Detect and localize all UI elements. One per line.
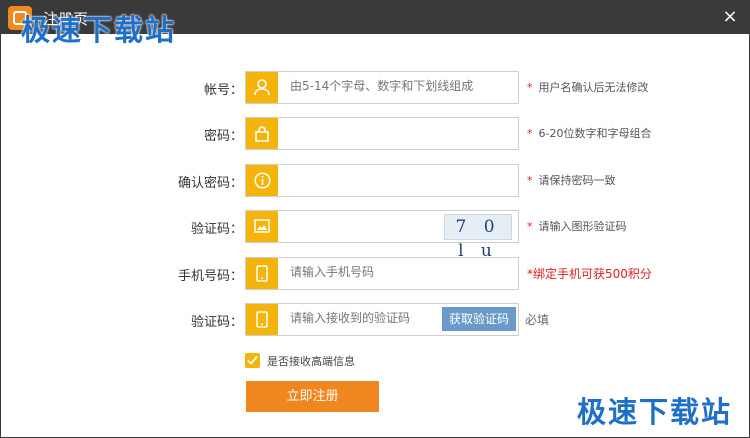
user-icon — [246, 72, 278, 103]
phone-input[interactable] — [290, 265, 500, 279]
confirm-password-hint: * 请保持密码一致 — [527, 174, 616, 187]
password-hint: * 6-20位数字和字母组合 — [527, 127, 652, 140]
account-hint: * 用户名确认后无法修改 — [527, 81, 649, 94]
watermark-top: 极速下载站 — [21, 13, 177, 47]
phone-row: 手机号码： *绑定手机可获500积分 — [1, 257, 750, 290]
sms-code-label: 验证码： — [190, 315, 243, 330]
watermark-bottom: 极速下载站 — [577, 395, 733, 429]
account-label: 帐号： — [203, 83, 243, 98]
captcha-row: 验证码： 7 0 l u * 请输入图形验证码 — [1, 210, 750, 261]
captcha-input[interactable] — [290, 218, 430, 232]
required-note: 必填 — [525, 313, 550, 327]
confirm-password-label: 确认密码： — [177, 176, 243, 191]
phone-icon — [246, 258, 278, 289]
phone-label: 手机号码： — [177, 269, 243, 284]
info-icon — [246, 165, 278, 196]
account-row: 帐号： *用户名确认后无法修改 — [1, 71, 750, 104]
phone-hint: *绑定手机可获500积分 — [527, 267, 652, 281]
password-input[interactable] — [290, 125, 500, 139]
sms-code-field[interactable]: 获取验证码 — [245, 303, 519, 336]
account-input[interactable] — [290, 79, 500, 93]
register-button[interactable]: 立即注册 — [246, 381, 379, 412]
captcha-hint: * 请输入图形验证码 — [527, 220, 627, 233]
phone-field[interactable] — [245, 257, 519, 290]
password-label: 密码： — [203, 129, 243, 144]
subscribe-label: 是否接收高端信息 — [267, 355, 355, 368]
phone-icon — [246, 304, 278, 335]
account-field[interactable] — [245, 71, 519, 104]
captcha-field[interactable]: 7 0 l u — [245, 210, 519, 261]
confirm-password-row: 确认密码： * 请保持密码一致 — [1, 164, 750, 197]
lock-icon — [246, 118, 278, 149]
password-field[interactable] — [245, 117, 519, 150]
get-code-button[interactable]: 获取验证码 — [442, 307, 516, 331]
password-row: 密码： * 6-20位数字和字母组合 — [1, 117, 750, 150]
close-button[interactable]: × — [721, 8, 739, 26]
captcha-image[interactable]: 7 0 l u — [444, 214, 512, 261]
captcha-label: 验证码： — [190, 222, 243, 237]
title-bar: 注册页 极速下载站 × — [1, 1, 749, 47]
sms-code-row: 验证码： 获取验证码 必填 — [1, 303, 750, 336]
subscribe-checkbox[interactable] — [245, 353, 260, 368]
register-window: 注册页 极速下载站 × 帐号： *用户名确认后无法修改 密码： *6-20位数字… — [0, 0, 750, 438]
image-icon — [246, 211, 278, 242]
confirm-password-input[interactable] — [290, 172, 500, 186]
confirm-password-field[interactable] — [245, 164, 519, 197]
sms-code-input[interactable] — [290, 311, 430, 325]
